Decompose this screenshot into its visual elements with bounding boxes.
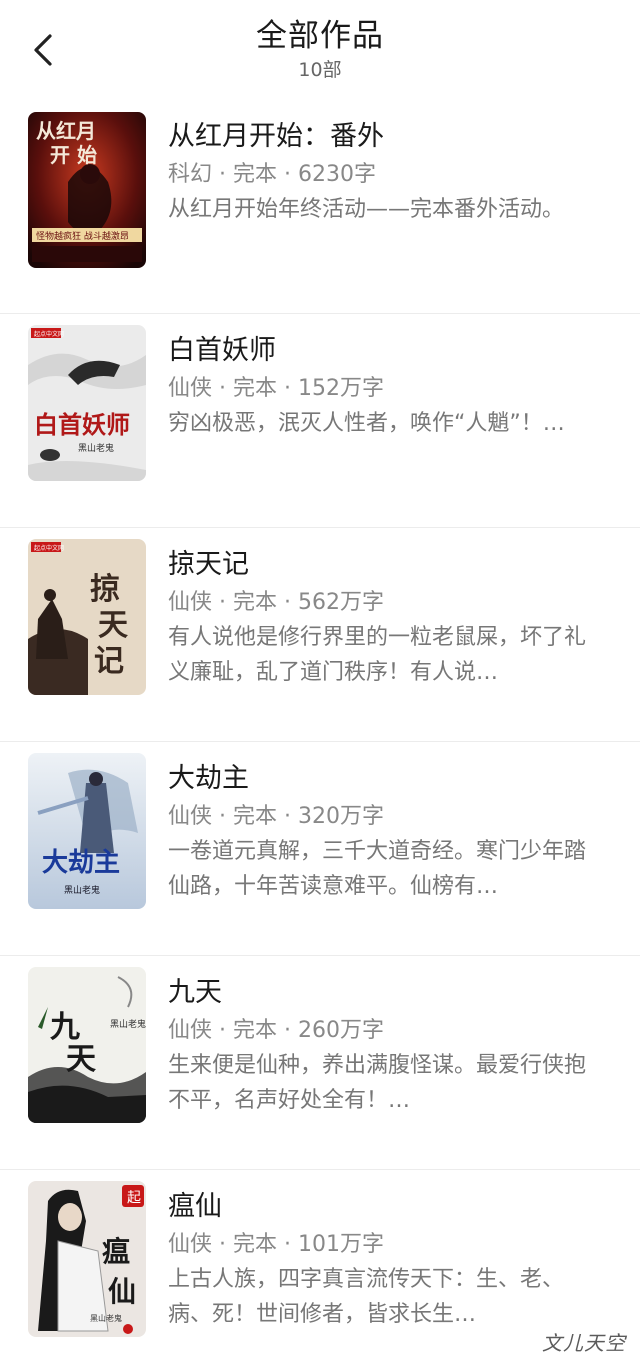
book-meta: 仙侠 · 完本 · 101万字 [168,1232,384,1257]
top-bar: 全部作品 10部 [0,0,640,100]
cover-author: 黑山老鬼 [110,1018,146,1030]
book-cover[interactable]: 九 天 黑山老鬼 [28,967,146,1123]
svg-text:从红月: 从红月 [36,119,96,143]
book-title: 掠天记 [168,549,249,580]
svg-text:九: 九 [50,1010,80,1045]
svg-text:天: 天 [66,1042,96,1077]
svg-text:天: 天 [98,608,128,643]
cover-badge: 起 [127,1190,141,1206]
svg-text:记: 记 [94,644,124,679]
cover-tagline: 怪物越疯狂 战斗越激昂 [36,230,129,242]
book-cover[interactable]: 起 瘟 仙 黑山老鬼 [28,1181,146,1337]
svg-text:白首妖师: 白首妖师 [34,410,130,439]
cover-author: 黑山老鬼 [78,442,114,454]
svg-text:掠: 掠 [90,572,120,607]
svg-text:大劫主: 大劫主 [42,848,120,878]
book-title: 从红月开始：番外 [168,121,384,152]
book-meta: 仙侠 · 完本 · 562万字 [168,590,384,615]
works-count: 10部 [298,59,342,81]
book-cover[interactable]: 起点中文网 掠 天 记 [28,539,146,695]
book-item[interactable]: 九 天 黑山老鬼 九天 仙侠 · 完本 · 260万字 生来便是仙种，养出满腹怪… [0,956,640,1170]
book-description: 生来便是仙种，养出满腹怪谋。最爱行侠抱不平，名声好处全有！… [168,1053,587,1113]
book-item[interactable]: 起点中文网 白首妖师 黑山老鬼 白首妖师 仙侠 · 完本 · 152万字 穷凶极… [0,314,640,528]
cover-badge: 起点中文网 [34,330,64,338]
book-title: 大劫主 [168,763,249,794]
book-item[interactable]: 起点中文网 掠 天 记 掠天记 仙侠 · 完本 · 562万字 有人说他是修行界… [0,528,640,742]
book-meta: 仙侠 · 完本 · 260万字 [168,1018,384,1043]
book-meta: 科幻 · 完本 · 6230字 [168,162,376,187]
book-description: 从红月开始年终活动——完本番外活动。 [168,197,565,222]
cover-badge: 起点中文网 [34,544,64,552]
svg-text:仙: 仙 [108,1275,136,1308]
book-description: 穷凶极恶，泯灭人性者，唤作“人魈”！… [168,411,565,436]
book-cover[interactable]: 大劫主 黑山老鬼 [28,753,146,909]
book-title: 瘟仙 [168,1191,222,1222]
book-description: 一卷道元真解，三千大道奇经。寒门少年踏仙路，十年苦读意难平。仙榜有… [168,839,587,899]
cover-author: 黑山老鬼 [64,884,100,896]
page-title: 全部作品 [256,18,384,54]
book-cover[interactable]: 从红月 开 始 怪物越疯狂 战斗越激昂 [28,112,146,268]
book-title: 九天 [168,977,222,1008]
book-meta: 仙侠 · 完本 · 152万字 [168,376,384,401]
book-item[interactable]: 大劫主 黑山老鬼 大劫主 仙侠 · 完本 · 320万字 一卷道元真解，三千大道… [0,742,640,956]
book-description: 上古人族，四字真言流传天下：生、老、病、死！世间修者，皆求长生… [168,1267,565,1327]
book-cover[interactable]: 起点中文网 白首妖师 黑山老鬼 [28,325,146,481]
cover-author: 黑山老鬼 [90,1313,122,1323]
svg-text:瘟: 瘟 [102,1235,130,1268]
book-title: 白首妖师 [168,335,276,366]
book-list: 从红月 开 始 怪物越疯狂 战斗越激昂 从红月开始：番外 科幻 · 完本 · 6… [0,100,640,1364]
book-meta: 仙侠 · 完本 · 320万字 [168,804,384,829]
book-item[interactable]: 从红月 开 始 怪物越疯狂 战斗越激昂 从红月开始：番外 科幻 · 完本 · 6… [0,100,640,314]
watermark: 文儿天空 [542,1331,626,1355]
book-description: 有人说他是修行界里的一粒老鼠屎，坏了礼义廉耻，乱了道门秩序！有人说… [168,625,587,685]
svg-text:开 始: 开 始 [50,143,97,167]
